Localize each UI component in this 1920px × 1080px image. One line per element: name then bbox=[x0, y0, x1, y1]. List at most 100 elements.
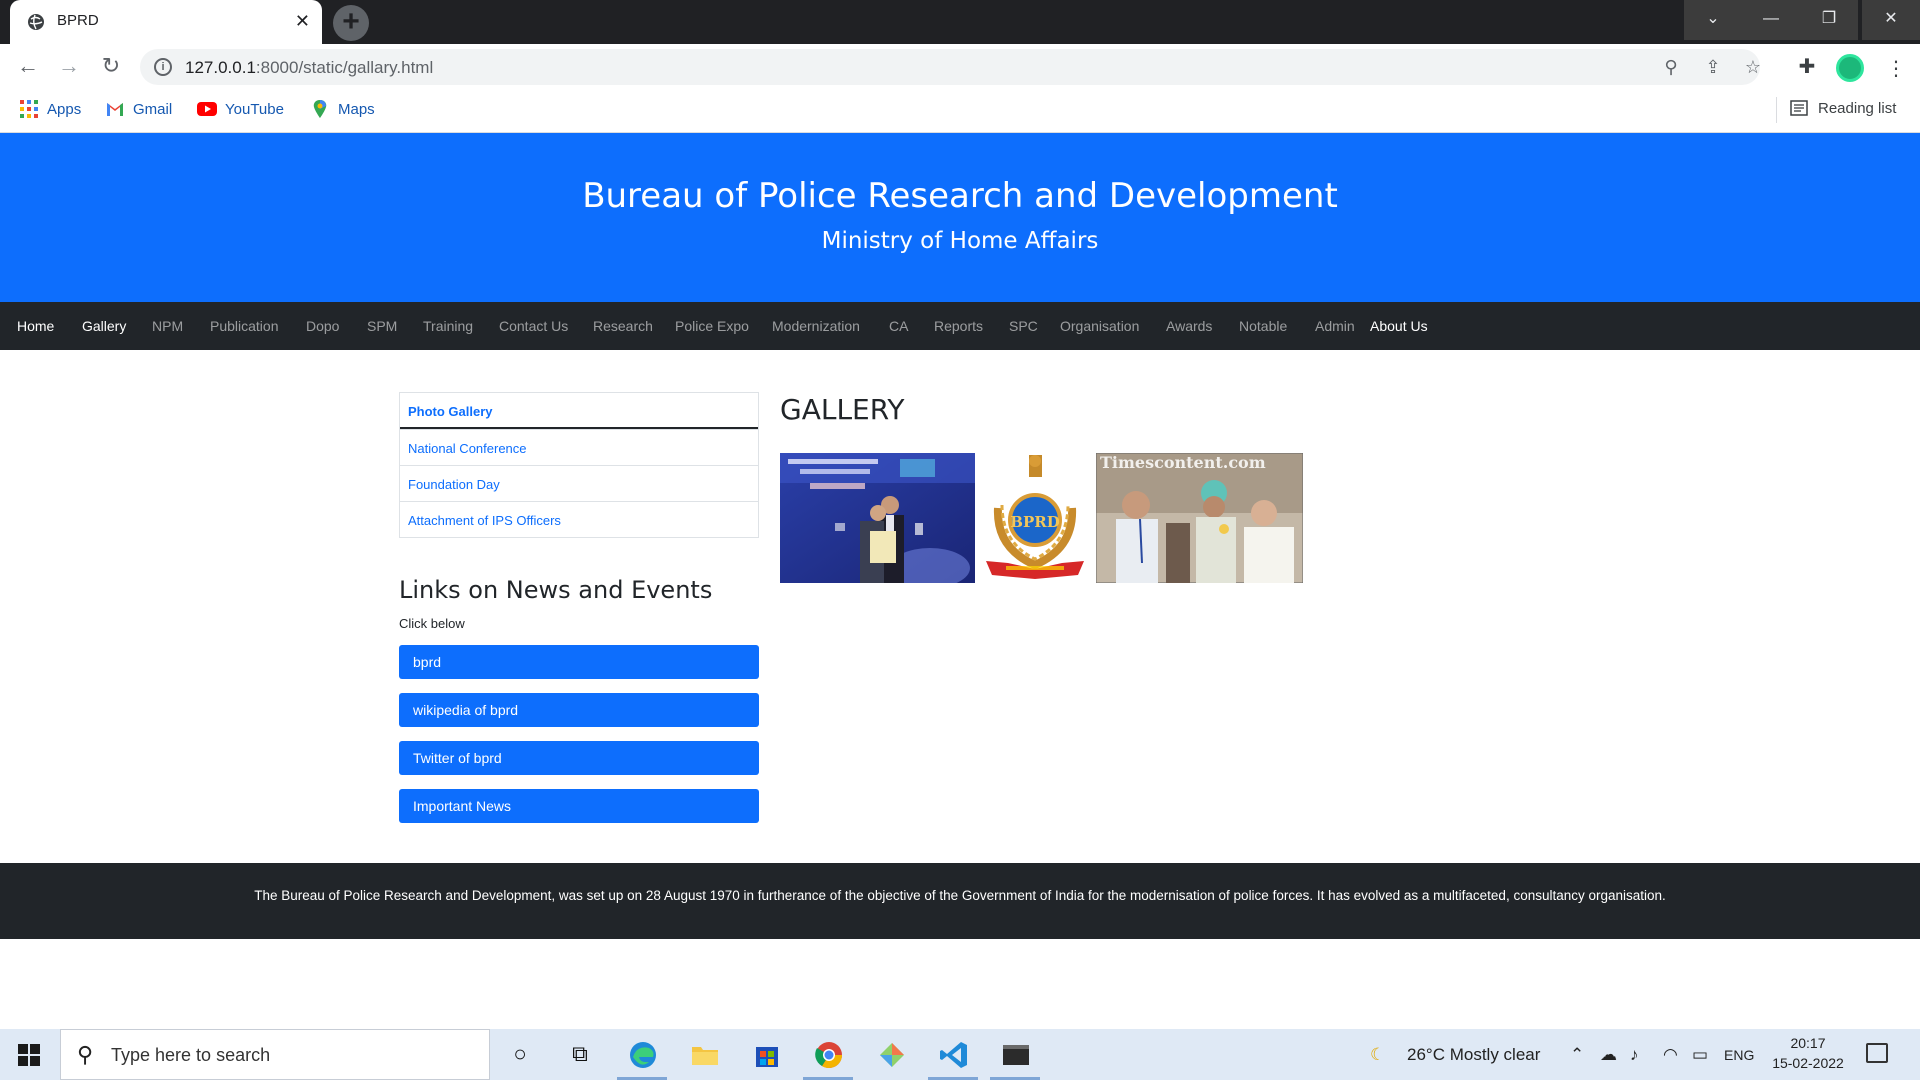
nav-npm[interactable]: NPM bbox=[152, 318, 183, 334]
list-item-attachment-ips[interactable]: Attachment of IPS Officers bbox=[400, 501, 758, 537]
bookmark-label: Maps bbox=[338, 100, 375, 118]
browser-toolbar: ← → ↻ i 127.0.0.1:8000/static/gallary.ht… bbox=[0, 44, 1920, 89]
officers-photo-image: Timescontent.com bbox=[1096, 453, 1303, 583]
bookmark-youtube[interactable]: YouTube bbox=[197, 99, 284, 119]
clock-time: 20:17 bbox=[1790, 1035, 1826, 1051]
reading-list-button[interactable]: Reading list bbox=[1790, 99, 1896, 117]
file-explorer-icon[interactable] bbox=[689, 1039, 721, 1071]
weather-text[interactable]: 26°C Mostly clear bbox=[1407, 1045, 1540, 1065]
moon-weather-icon: ☾ bbox=[1370, 1045, 1386, 1064]
list-item-foundation-day[interactable]: Foundation Day bbox=[400, 465, 758, 501]
reload-icon[interactable]: ↻ bbox=[98, 54, 124, 80]
bookmark-maps[interactable]: Maps bbox=[310, 99, 375, 119]
nav-contact-us[interactable]: Contact Us bbox=[499, 318, 568, 334]
apps-grid-icon bbox=[20, 100, 38, 118]
gallery-photo-logo[interactable]: BPRD bbox=[978, 453, 1093, 583]
task-view-icon[interactable]: ⧉ bbox=[564, 1039, 596, 1071]
gallery-photo-officers[interactable]: Timescontent.com bbox=[1096, 453, 1303, 583]
share-icon[interactable]: ⇪ bbox=[1702, 57, 1724, 79]
site-footer: The Bureau of Police Research and Develo… bbox=[0, 863, 1920, 939]
terminal-icon[interactable] bbox=[1000, 1039, 1032, 1071]
onedrive-cloud-icon[interactable]: ☁ bbox=[1600, 1045, 1617, 1065]
link-button-twitter[interactable]: Twitter of bprd bbox=[399, 741, 759, 775]
nav-spm[interactable]: SPM bbox=[367, 318, 397, 334]
wifi-icon[interactable]: ◠ bbox=[1663, 1045, 1678, 1065]
nav-notable[interactable]: Notable bbox=[1239, 318, 1287, 334]
list-item-national-conference[interactable]: National Conference bbox=[400, 429, 758, 465]
clock-date: 15-02-2022 bbox=[1772, 1055, 1844, 1071]
bookmarks-bar: Apps Gmail YouTube Maps Reading list bbox=[0, 89, 1920, 133]
nav-research[interactable]: Research bbox=[593, 318, 653, 334]
windows-start-icon[interactable] bbox=[18, 1044, 40, 1066]
windows-taskbar: ⚲ Type here to search ○ ⧉ ☾ 26°C Mostly … bbox=[0, 1029, 1920, 1080]
extensions-puzzle-icon[interactable]: ✚ bbox=[1795, 56, 1819, 80]
link-button-wikipedia[interactable]: wikipedia of bprd bbox=[399, 693, 759, 727]
browser-tab[interactable]: BPRD ✕ bbox=[10, 0, 322, 44]
battery-icon[interactable]: ▭ bbox=[1692, 1045, 1708, 1065]
edge-browser-icon[interactable] bbox=[627, 1039, 659, 1071]
bookmark-label: Gmail bbox=[133, 100, 173, 118]
volume-muted-icon[interactable]: ♪ bbox=[1630, 1045, 1639, 1065]
main-navbar: Home Gallery NPM Publication Dopo SPM Tr… bbox=[0, 302, 1920, 350]
reading-list-label: Reading list bbox=[1818, 99, 1897, 117]
taskbar-search-box[interactable]: ⚲ Type here to search bbox=[60, 1029, 490, 1080]
nav-training[interactable]: Training bbox=[423, 318, 473, 334]
site-info-icon[interactable]: i bbox=[154, 58, 172, 76]
address-bar[interactable]: i 127.0.0.1:8000/static/gallary.html ⚲ ⇪… bbox=[140, 49, 1761, 85]
taskbar-search-placeholder: Type here to search bbox=[111, 1045, 271, 1065]
taskbar-clock[interactable]: 20:17 15-02-2022 bbox=[1770, 1033, 1846, 1073]
nav-police-expo[interactable]: Police Expo bbox=[675, 318, 749, 334]
microsoft-store-icon[interactable] bbox=[751, 1039, 783, 1071]
link-button-bprd[interactable]: bprd bbox=[399, 645, 759, 679]
restore-button[interactable]: ❐ bbox=[1800, 0, 1858, 40]
youtube-icon bbox=[197, 102, 217, 116]
gallery-category-list: Photo Gallery National Conference Founda… bbox=[399, 392, 759, 538]
app-diamond-icon[interactable] bbox=[876, 1039, 908, 1071]
url-text[interactable]: 127.0.0.1:8000/static/gallary.html bbox=[185, 58, 433, 78]
window-close-button[interactable]: ✕ bbox=[1862, 0, 1920, 40]
back-arrow-icon[interactable]: ← bbox=[15, 54, 41, 80]
bookmark-apps[interactable]: Apps bbox=[19, 99, 81, 119]
gallery-photo-award[interactable] bbox=[780, 453, 975, 583]
zoom-icon[interactable]: ⚲ bbox=[1660, 57, 1682, 79]
more-menu-icon[interactable]: ⋮ bbox=[1886, 56, 1906, 81]
nav-admin[interactable]: Admin bbox=[1315, 318, 1355, 334]
new-tab-button[interactable]: + bbox=[333, 5, 369, 41]
bookmark-label: YouTube bbox=[225, 100, 284, 118]
forward-arrow-icon[interactable]: → bbox=[56, 54, 82, 80]
links-heading: Links on News and Events bbox=[399, 576, 713, 604]
list-item-photo-gallery[interactable]: Photo Gallery bbox=[400, 393, 758, 429]
nav-awards[interactable]: Awards bbox=[1166, 318, 1212, 334]
cortana-icon[interactable]: ○ bbox=[504, 1039, 536, 1071]
tab-close-icon[interactable]: ✕ bbox=[295, 11, 310, 31]
links-caption: Click below bbox=[399, 616, 465, 631]
bookmark-star-icon[interactable]: ☆ bbox=[1742, 57, 1764, 79]
globe-icon bbox=[28, 14, 44, 30]
nav-ca[interactable]: CA bbox=[889, 318, 908, 334]
minimize-button[interactable]: — bbox=[1742, 0, 1800, 40]
profile-avatar[interactable] bbox=[1836, 54, 1864, 82]
award-photo-image bbox=[780, 453, 975, 583]
chrome-icon[interactable] bbox=[813, 1039, 845, 1071]
bookmarks-separator bbox=[1776, 97, 1777, 123]
nav-organisation[interactable]: Organisation bbox=[1060, 318, 1139, 334]
bookmark-gmail[interactable]: Gmail bbox=[105, 99, 172, 119]
maps-pin-icon bbox=[313, 100, 327, 118]
nav-gallery[interactable]: Gallery bbox=[82, 318, 126, 334]
nav-dopo[interactable]: Dopo bbox=[306, 318, 339, 334]
tab-search-chevron-icon[interactable]: ⌄ bbox=[1684, 0, 1742, 40]
link-button-important-news[interactable]: Important News bbox=[399, 789, 759, 823]
sidebar: Photo Gallery National Conference Founda… bbox=[399, 392, 759, 823]
nav-about-us[interactable]: About Us bbox=[1370, 318, 1428, 334]
logo-text: BPRD bbox=[1010, 513, 1059, 531]
language-indicator[interactable]: ENG bbox=[1724, 1047, 1754, 1063]
nav-modernization[interactable]: Modernization bbox=[772, 318, 860, 334]
nav-publication[interactable]: Publication bbox=[210, 318, 279, 334]
nav-reports[interactable]: Reports bbox=[934, 318, 983, 334]
notification-center-icon[interactable] bbox=[1866, 1043, 1888, 1063]
nav-home[interactable]: Home bbox=[17, 318, 54, 334]
nav-spc[interactable]: SPC bbox=[1009, 318, 1038, 334]
url-host: 127.0.0.1 bbox=[185, 58, 256, 77]
vscode-icon[interactable] bbox=[938, 1039, 970, 1071]
tray-chevron-up-icon[interactable]: ⌃ bbox=[1570, 1045, 1584, 1065]
